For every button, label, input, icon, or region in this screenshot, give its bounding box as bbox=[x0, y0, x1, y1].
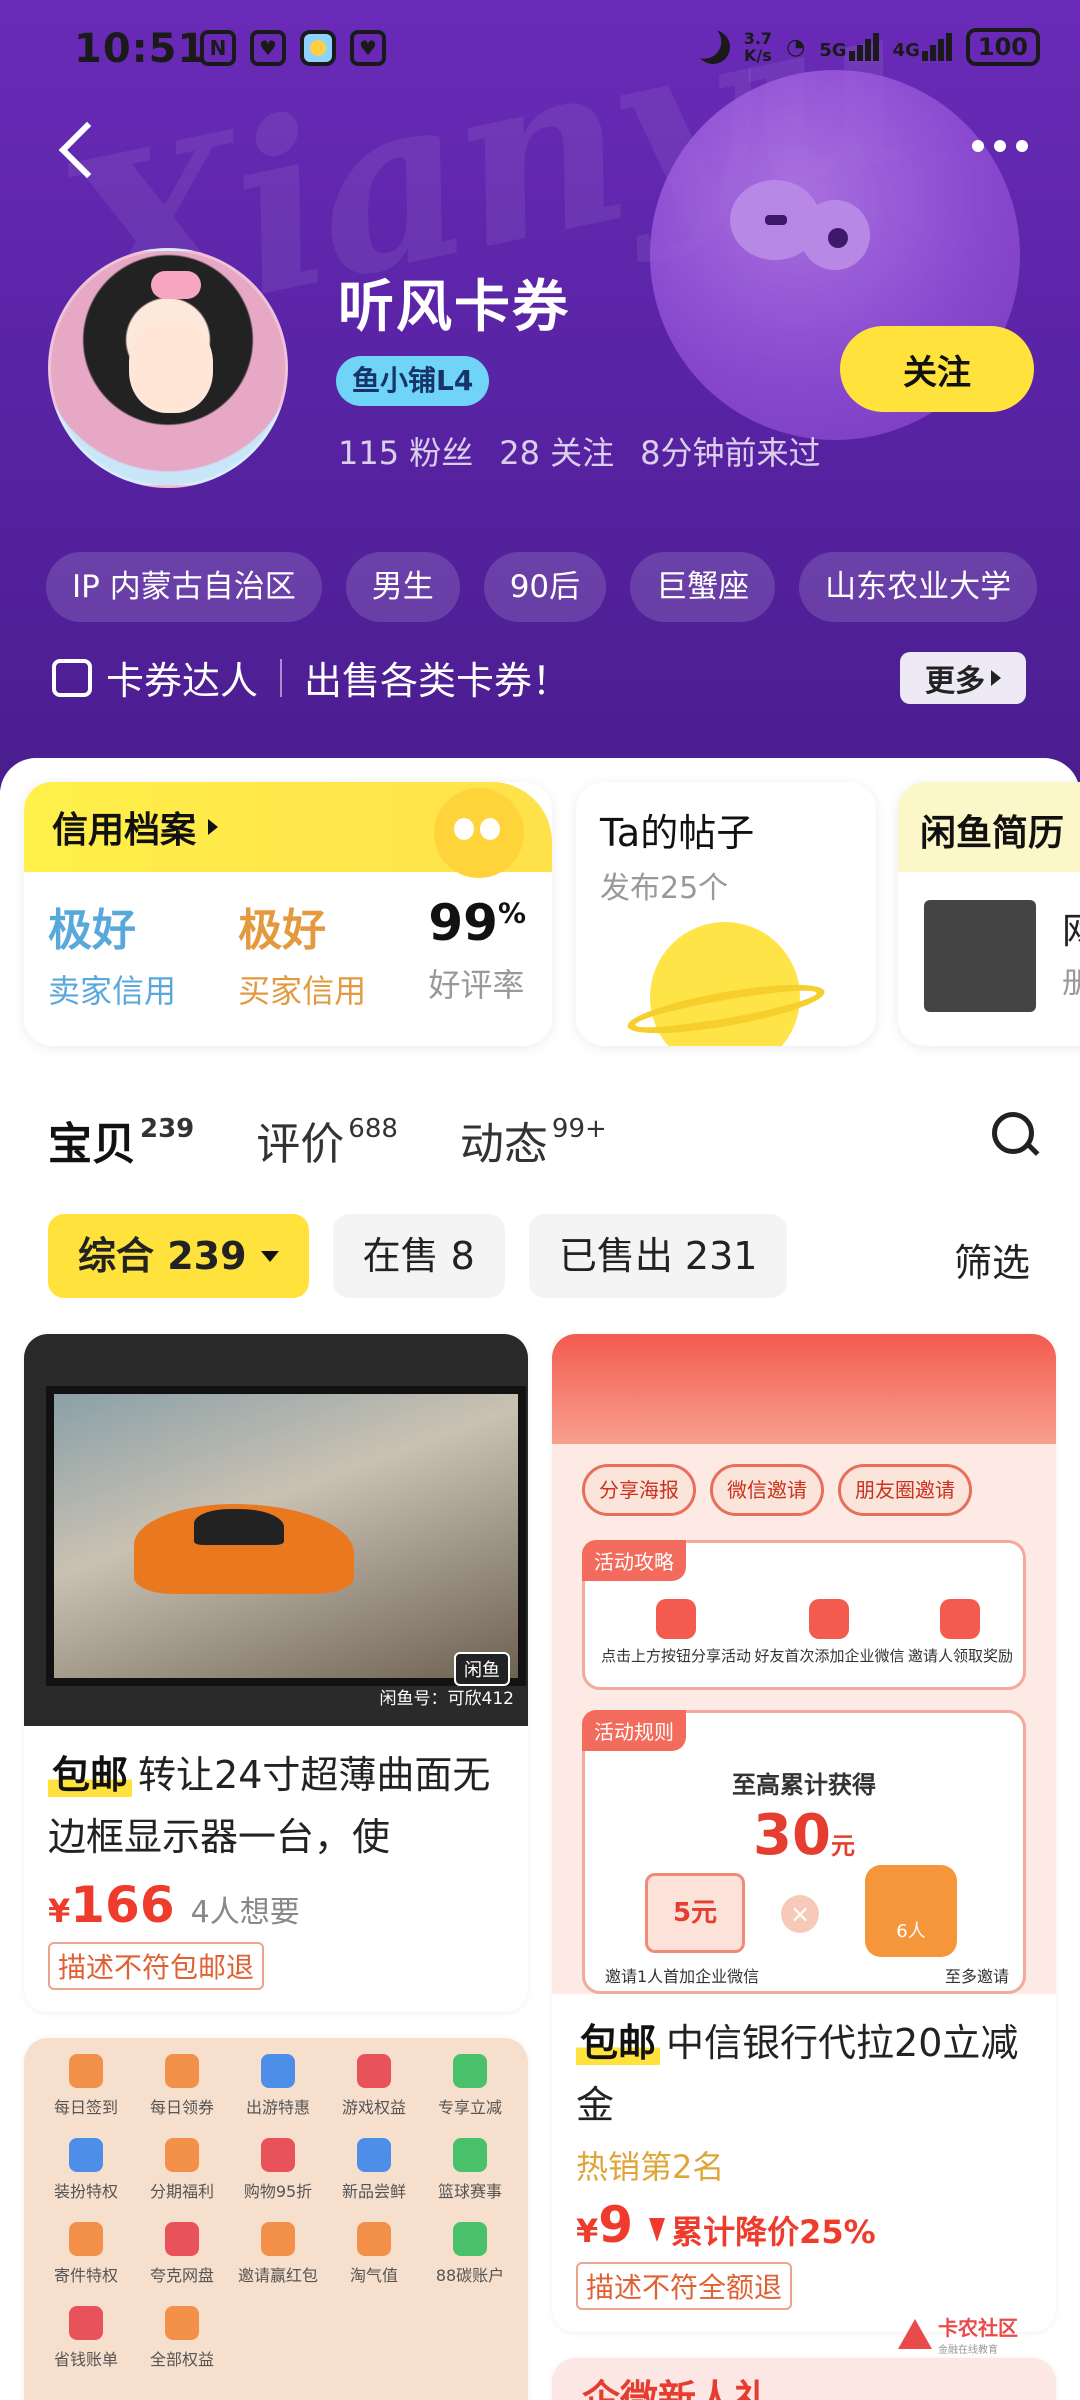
profile-tags: IP 内蒙古自治区 男生 90后 巨蟹座 山东农业大学 bbox=[46, 552, 1038, 622]
posts-count: 发布25个 bbox=[600, 871, 729, 906]
bio-role: 卡券达人 bbox=[106, 659, 259, 703]
buyer-credit-label: 买家信用 bbox=[238, 972, 367, 1010]
back-icon[interactable] bbox=[55, 120, 105, 180]
want-count: 4人想要 bbox=[190, 1895, 300, 1930]
signal-5g-icon: 5G bbox=[819, 33, 879, 61]
follow-button[interactable]: 关注 bbox=[840, 326, 1034, 412]
posts-title: Ta的帖子 bbox=[600, 811, 755, 855]
filter-sold[interactable]: 已售出 231 bbox=[528, 1214, 788, 1298]
product-price: ¥166 bbox=[48, 1876, 175, 1934]
free-shipping-badge: 包邮 bbox=[576, 2021, 661, 2065]
filter-all[interactable]: 综合 239 bbox=[48, 1214, 309, 1298]
tab-reviews[interactable]: 评价 688 bbox=[256, 1108, 398, 1172]
resume-title: 闲鱼简历 bbox=[898, 782, 1080, 872]
positive-rate: 99 bbox=[428, 894, 498, 952]
product-card[interactable]: 每日签到 每日领券 出游特惠 游戏权益 专享立减 装扮特权 分期福利 购物95折… bbox=[24, 2038, 528, 2400]
product-image: 每日签到 每日领券 出游特惠 游戏权益 专享立减 装扮特权 分期福利 购物95折… bbox=[24, 2038, 528, 2400]
last-active: 8分钟前来过 bbox=[640, 434, 821, 472]
seller-credit-level: 极好 bbox=[48, 905, 136, 956]
avatar[interactable] bbox=[48, 248, 288, 488]
mascot-icon bbox=[414, 782, 544, 888]
seller-credit-label: 卖家信用 bbox=[48, 972, 177, 1010]
chevron-right-icon bbox=[991, 670, 1001, 686]
lightning-icon bbox=[649, 2218, 666, 2242]
shop-level-badge[interactable]: 鱼小铺L4 bbox=[336, 356, 490, 406]
product-title: 包邮 中信银行代拉20立减金 bbox=[576, 2021, 1019, 2127]
app-notification-icon-2: ♥ bbox=[350, 30, 386, 66]
search-icon[interactable] bbox=[992, 1112, 1038, 1158]
signal-4g-icon: 4G bbox=[893, 33, 952, 61]
posts-card[interactable]: Ta的帖子 发布25个 bbox=[576, 782, 876, 1046]
product-card[interactable]: 闲鱼 闲鱼号：可欣412 包邮 转让24寸超薄曲面无边框显示器一台，使 ¥166 … bbox=[24, 1334, 528, 2012]
product-image: 分享海报 微信邀请 朋友圈邀请 活动攻略 点击上方按钮分享活动 好友首次添加企业… bbox=[552, 1334, 1056, 1994]
app-notification-icon: ♥ bbox=[250, 30, 286, 66]
guarantee-tag: 描述不符全额退 bbox=[576, 2262, 793, 2310]
chevron-right-icon bbox=[208, 819, 219, 835]
hot-rank: 热销第2名 bbox=[576, 2148, 725, 2186]
price-drop: 累计降价25% bbox=[649, 2207, 876, 2253]
more-options-icon[interactable] bbox=[972, 140, 1028, 152]
image-watermark: 闲鱼号：可欣412 bbox=[379, 1689, 514, 1709]
shop-name: 听风卡券 bbox=[338, 275, 570, 340]
xianyu-logo: 闲鱼 bbox=[454, 1652, 510, 1686]
free-shipping-badge: 包邮 bbox=[48, 1753, 133, 1797]
product-image: 闲鱼 闲鱼号：可欣412 bbox=[24, 1334, 528, 1726]
community-watermark: 卡农社区 金融在线教育 bbox=[898, 2312, 1018, 2356]
positive-rate-label: 好评率 bbox=[428, 966, 525, 1004]
profile-stats: 115 粉丝 28 关注 8分钟前来过 bbox=[338, 428, 821, 474]
caret-down-icon bbox=[260, 1250, 279, 1262]
shop-icon bbox=[52, 658, 92, 697]
tag-school: 山东农业大学 bbox=[799, 552, 1038, 622]
status-bar: 10:51 N ♥ ♥ 3.7 K/s ◔ 5G 4G 100 bbox=[0, 0, 1080, 100]
buyer-credit-level: 极好 bbox=[238, 905, 327, 956]
battery-icon: 100 bbox=[965, 28, 1040, 66]
bio-text: 出售各类卡券！ bbox=[304, 659, 571, 703]
status-time: 10:51 bbox=[74, 26, 207, 72]
tag-age: 90后 bbox=[483, 552, 607, 622]
product-card[interactable]: 分享海报 微信邀请 朋友圈邀请 活动攻略 点击上方按钮分享活动 好友首次添加企业… bbox=[552, 1334, 1056, 2332]
credit-profile-card[interactable]: 信用档案 极好 卖家信用 极好 买家信用 99% 好评率 bbox=[24, 782, 552, 1046]
product-card[interactable]: 企微新人礼 bbox=[552, 2358, 1056, 2400]
following-count[interactable]: 28 关注 bbox=[499, 428, 614, 474]
guarantee-tag: 描述不符包邮退 bbox=[48, 1942, 265, 1990]
product-image-title: 企微新人礼 bbox=[582, 2377, 773, 2400]
do-not-disturb-icon bbox=[691, 25, 735, 69]
tag-ip-location: IP 内蒙古自治区 bbox=[46, 552, 322, 622]
filter-on-sale[interactable]: 在售 8 bbox=[332, 1214, 505, 1298]
tab-items[interactable]: 宝贝 239 bbox=[45, 1108, 194, 1172]
wifi-icon: ◔ bbox=[786, 34, 806, 60]
content-tabs: 宝贝 239 评价 688 动态 99+ bbox=[45, 1108, 607, 1172]
filter-button[interactable]: 筛选 bbox=[954, 1232, 1030, 1287]
resume-thumbnail bbox=[924, 900, 1036, 1012]
tag-zodiac: 巨蟹座 bbox=[630, 552, 776, 622]
tab-activity[interactable]: 动态 99+ bbox=[460, 1108, 607, 1172]
fans-count[interactable]: 115 粉丝 bbox=[338, 428, 473, 474]
resume-card[interactable]: 闲鱼简历 网册 bbox=[898, 782, 1080, 1046]
product-title: 包邮 转让24寸超薄曲面无边框显示器一台，使 bbox=[48, 1753, 491, 1859]
weather-icon bbox=[300, 30, 336, 66]
community-logo-icon bbox=[898, 2319, 932, 2349]
credit-title: 信用档案 bbox=[52, 810, 197, 851]
item-filters: 综合 239 在售 8 已售出 231 bbox=[48, 1214, 788, 1298]
shop-bio: 卡券达人 出售各类卡券！ bbox=[52, 650, 570, 705]
nfc-icon: N bbox=[200, 30, 236, 66]
product-price: ¥9 bbox=[576, 2196, 634, 2254]
net-speed: 3.7 K/s bbox=[743, 29, 773, 65]
more-bio-button[interactable]: 更多 bbox=[900, 652, 1026, 704]
tag-gender: 男生 bbox=[345, 552, 460, 622]
